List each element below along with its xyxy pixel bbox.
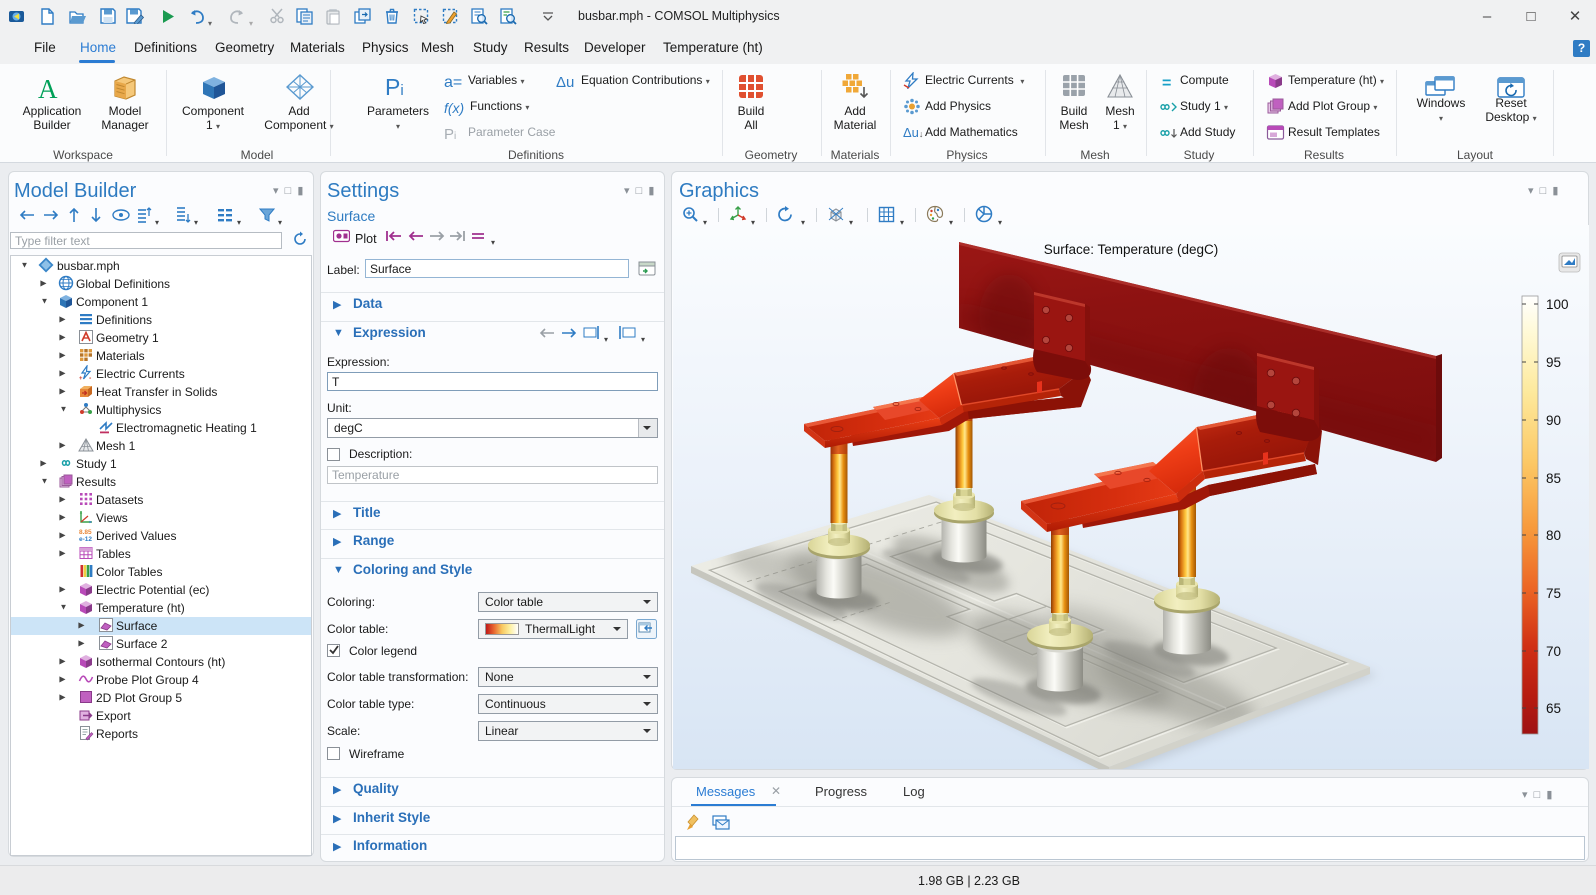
svg-text:80: 80 — [1546, 528, 1561, 543]
svg-text:+: + — [79, 376, 83, 381]
svg-text:8.85: 8.85 — [79, 529, 92, 536]
svg-text:75: 75 — [1546, 586, 1561, 601]
svg-text:100: 100 — [1546, 297, 1569, 312]
svg-text:90: 90 — [1546, 413, 1561, 428]
svg-text:-: - — [89, 375, 92, 381]
svg-text:70: 70 — [1546, 644, 1561, 659]
svg-text:Surface: Temperature (degC): Surface: Temperature (degC) — [1044, 242, 1219, 257]
svg-text:65: 65 — [1546, 701, 1561, 716]
svg-text:e-12: e-12 — [79, 536, 92, 543]
svg-text:95: 95 — [1546, 355, 1561, 370]
svg-text:85: 85 — [1546, 471, 1561, 486]
